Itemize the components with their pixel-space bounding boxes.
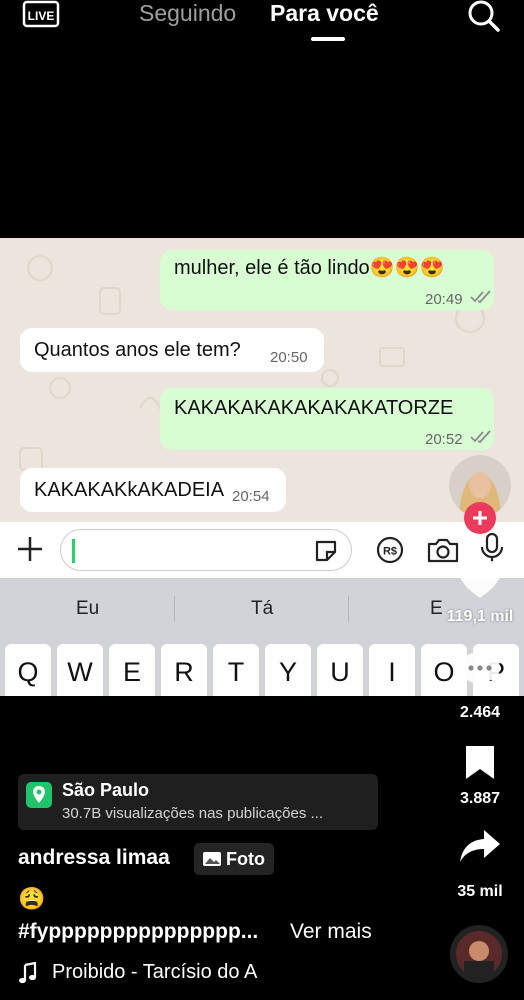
key-q[interactable]: Q <box>5 644 51 696</box>
active-tab-indicator <box>311 37 345 41</box>
virtual-keyboard: Eu Tá E Q W E R T Y U I O P <box>0 578 524 696</box>
comment-count: 2.464 <box>459 704 501 721</box>
suggestion-1[interactable]: Eu <box>76 598 99 620</box>
message-incoming: KAKAKAKkAKADEIA 20:54 <box>20 468 286 512</box>
message-outgoing: KAKAKAKAKAKAKAKATORZE 20:52 <box>160 388 494 450</box>
suggestion-divider <box>348 596 349 622</box>
plus-icon <box>473 511 487 525</box>
caption-hashtags[interactable]: #fyppppppppppppppp... <box>18 920 276 944</box>
suggestion-divider <box>174 596 175 622</box>
message-text: mulher, ele é tão lindo😍😍😍 <box>174 257 445 279</box>
location-pin-icon <box>26 782 52 808</box>
message-incoming: Quantos anos ele tem? 20:50 <box>20 328 324 372</box>
chat-screenshot: mulher, ele é tão lindo😍😍😍 20:49 Quantos… <box>0 238 524 522</box>
tab-for-you[interactable]: Para você <box>270 0 379 26</box>
live-tv-icon[interactable]: LIVE <box>22 0 60 30</box>
album-art <box>456 931 502 977</box>
see-more-link[interactable]: Ver mais <box>290 920 372 944</box>
message-text: KAKAKAKkAKADEIA <box>34 479 225 501</box>
key-w[interactable]: W <box>57 644 103 696</box>
location-name: São Paulo <box>62 780 150 800</box>
location-chip[interactable]: São Paulo 30.7B visualizações nas public… <box>18 774 378 830</box>
camera-icon[interactable] <box>426 536 460 564</box>
key-i[interactable]: I <box>369 644 415 696</box>
like-count: 119,1 mil <box>446 608 514 625</box>
bookmark-icon[interactable] <box>463 743 497 781</box>
sticker-icon[interactable] <box>313 538 339 564</box>
key-t[interactable]: T <box>213 644 259 696</box>
tab-following[interactable]: Seguindo <box>139 0 236 26</box>
comment-icon[interactable] <box>458 650 502 690</box>
top-nav: LIVE Seguindo Para você <box>0 0 524 48</box>
key-r[interactable]: R <box>161 644 207 696</box>
message-input[interactable] <box>60 529 352 571</box>
follow-button[interactable] <box>464 502 496 534</box>
message-time: 20:52 <box>425 431 463 448</box>
message-text: KAKAKAKAKAKAKAKATORZE <box>174 397 454 419</box>
creator-username[interactable]: andressa limaa <box>18 846 170 870</box>
share-icon[interactable] <box>458 828 502 864</box>
message-time: 20:54 <box>232 488 270 505</box>
svg-text:LIVE: LIVE <box>28 9 55 23</box>
svg-text:R$: R$ <box>383 546 397 558</box>
music-disc[interactable] <box>450 925 508 983</box>
song-title[interactable]: Proibido - Tarcísio do A <box>52 961 282 984</box>
message-time: 20:49 <box>425 291 463 308</box>
music-note-icon <box>19 962 37 984</box>
message-text: Quantos anos ele tem? <box>34 339 241 361</box>
read-ticks-icon <box>470 430 491 444</box>
share-count: 35 mil <box>457 883 503 900</box>
attach-plus-icon[interactable] <box>16 535 44 563</box>
save-count: 3.887 <box>459 790 501 807</box>
message-outgoing: mulher, ele é tão lindo😍😍😍 20:49 <box>160 250 494 310</box>
key-y[interactable]: Y <box>265 644 311 696</box>
caption-emoji: 😩 <box>18 886 46 911</box>
location-views: 30.7B visualizações nas publicações ... <box>62 805 323 822</box>
message-time: 20:50 <box>270 349 308 366</box>
image-icon <box>203 852 221 866</box>
key-e[interactable]: E <box>109 644 155 696</box>
text-cursor <box>72 539 75 563</box>
photo-badge-label: Foto <box>226 849 265 869</box>
read-ticks-icon <box>470 290 491 304</box>
search-icon[interactable] <box>467 0 501 32</box>
heart-icon[interactable] <box>458 560 502 600</box>
suggestion-2[interactable]: Tá <box>251 598 273 620</box>
payment-icon[interactable]: R$ <box>376 536 404 564</box>
key-u[interactable]: U <box>317 644 363 696</box>
photo-badge: Foto <box>194 843 274 875</box>
